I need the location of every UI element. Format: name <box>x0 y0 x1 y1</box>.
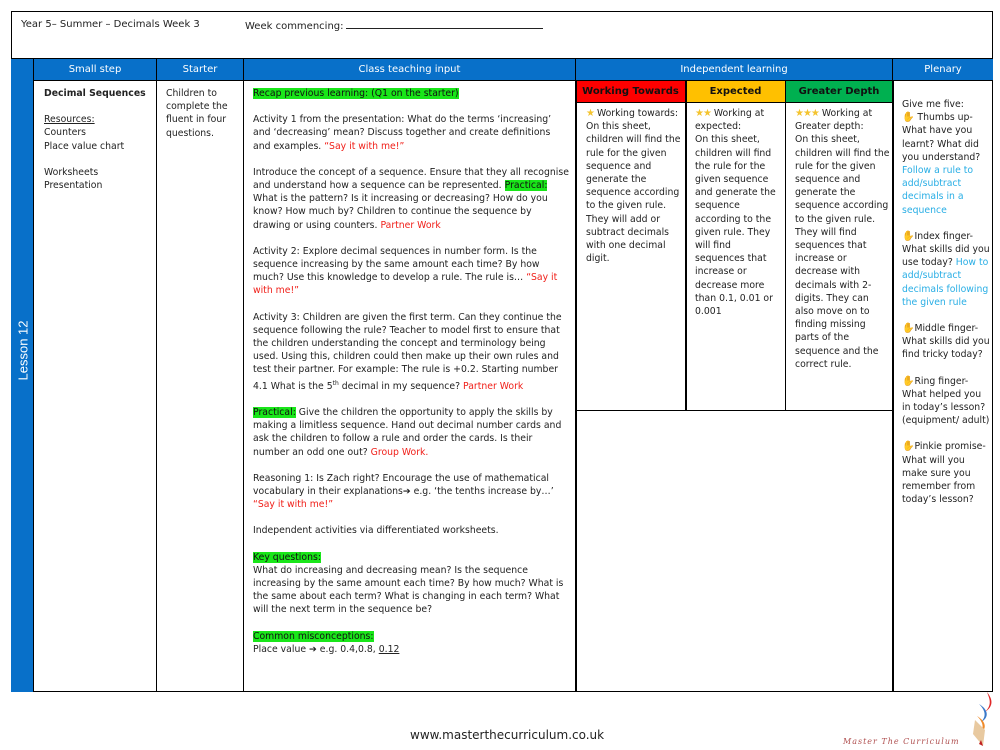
plenary-item: ✋ Thumbs up- What have you learnt? What … <box>902 112 981 216</box>
partner-work-tag: Partner Work <box>380 219 441 231</box>
plenary-item: ✋Middle finger- What skills did you find… <box>902 323 990 361</box>
resources-label: Resources: <box>44 114 95 126</box>
misconceptions: Common misconceptions: Place value ➔ e.g… <box>253 630 400 655</box>
independent-activities: Independent activities via differentiate… <box>253 525 499 537</box>
divider <box>243 81 244 692</box>
plan-title: Year 5– Summer – Decimals Week 3 <box>21 19 200 30</box>
partner-work-tag: Partner Work <box>463 380 524 392</box>
plenary-item: ✋Pinkie promise- What will you make sure… <box>902 441 986 506</box>
week-commencing: Week commencing: <box>245 19 543 32</box>
subheader-greater-depth: Greater Depth <box>786 81 893 103</box>
divider <box>892 81 894 692</box>
recap-highlight: Recap previous learning: (Q1 on the star… <box>253 88 459 99</box>
pencil-logo-icon <box>973 692 992 746</box>
activity-2: Activity 2: Explore decimal sequences in… <box>253 245 558 297</box>
hand-icon: ✋ <box>902 230 915 242</box>
key-questions: Key questions: What do increasing and de… <box>253 551 564 616</box>
plenary-item: ✋Index finger- What skills did you use t… <box>902 230 990 308</box>
material-item: Presentation <box>44 180 103 192</box>
starter-cell: Children to complete the fluent in four … <box>166 87 240 140</box>
practical-2: Practical: Give the children the opportu… <box>253 406 562 458</box>
star-icon: ★ <box>586 108 595 119</box>
small-step-title: Decimal Sequences <box>44 88 146 99</box>
hand-icon: ✋ <box>902 112 915 124</box>
activity-3: Activity 3: Children are given the first… <box>253 311 562 392</box>
star-icon: ★★ <box>695 108 712 119</box>
practical-highlight: Practical: <box>504 180 548 192</box>
group-work-tag: Group Work. <box>370 446 429 458</box>
week-commencing-label: Week commencing: <box>245 21 344 32</box>
resource-item: Counters <box>44 127 86 139</box>
star-icon: ★★★ <box>795 108 820 119</box>
footer-url[interactable]: www.masterthecurriculum.co.uk <box>410 728 604 742</box>
reasoning: Reasoning 1: Is Zach right? Encourage th… <box>253 472 554 511</box>
material-item: Worksheets <box>44 166 99 178</box>
practical-highlight: Practical: <box>253 406 296 418</box>
key-questions-label: Key questions: <box>253 551 321 563</box>
hand-icon: ✋ <box>902 375 915 387</box>
header-starter: Starter <box>157 59 244 81</box>
starter-text: Children to complete the fluent in four … <box>166 88 228 139</box>
subheader-expected: Expected <box>686 81 786 103</box>
subheader-working-towards: Working Towards <box>576 81 686 103</box>
divider <box>576 410 893 411</box>
header-independent-learning: Independent learning <box>576 59 893 81</box>
divider <box>156 81 157 692</box>
resource-item: Place value chart <box>44 140 125 152</box>
title-bar: Year 5– Summer – Decimals Week 3 Week co… <box>11 11 993 59</box>
plenary-item: ✋Ring finger- What helped you in today’s… <box>902 375 990 427</box>
divider <box>785 81 786 411</box>
greater-depth-cell: ★★★ Working at Greater depth: On this sh… <box>795 108 890 370</box>
week-commencing-field[interactable] <box>345 19 543 29</box>
plenary-intro: Give me five: <box>902 99 964 110</box>
activity-1: Activity 1 from the presentation: What d… <box>253 114 552 152</box>
misconceptions-label: Common misconceptions: <box>253 630 374 642</box>
header-plenary: Plenary <box>893 59 993 81</box>
hand-icon: ✋ <box>902 441 915 453</box>
say-it-tag: “Say it with me!” <box>324 140 405 152</box>
objective-text: Follow a rule to add/subtract decimals i… <box>902 165 974 216</box>
divider <box>685 81 687 411</box>
plenary-cell: Give me five: ✋ Thumbs up- What have you… <box>902 98 990 506</box>
header-class-teaching: Class teaching input <box>244 59 576 81</box>
header-small-step: Small step <box>34 59 157 81</box>
say-it-tag: “Say it with me!” <box>253 499 334 511</box>
working-towards-cell: ★ Working towards: On this sheet, childr… <box>586 108 681 265</box>
introduce-sequence: Introduce the concept of a sequence. Ens… <box>253 166 569 231</box>
small-step-cell: Decimal Sequences Resources: Counters Pl… <box>44 87 154 192</box>
teaching-cell: Recap previous learning: (Q1 on the star… <box>253 87 569 656</box>
lesson-label: Lesson 12 <box>15 320 30 380</box>
hand-icon: ✋ <box>902 323 915 335</box>
divider <box>575 81 577 692</box>
expected-cell: ★★ Working at expected: On this sheet, c… <box>695 108 776 318</box>
